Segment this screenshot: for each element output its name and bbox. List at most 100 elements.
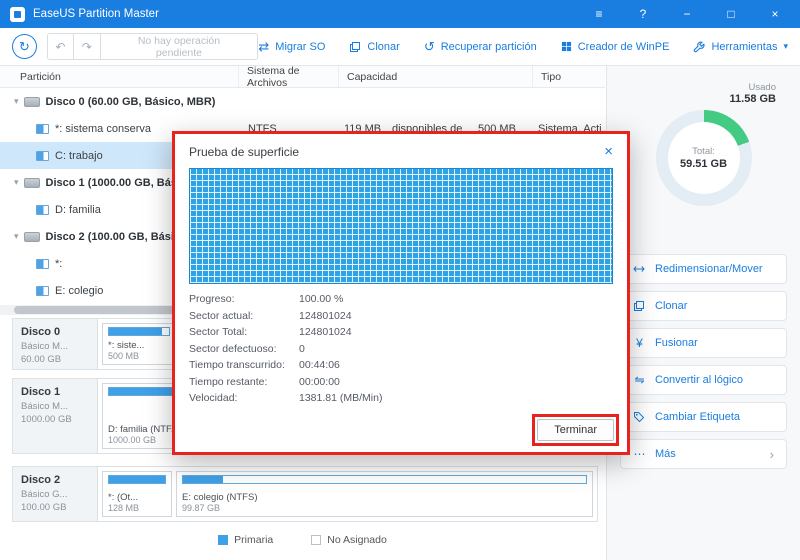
clone-icon: [633, 300, 646, 312]
partition-block[interactable]: *: siste... 500 MB: [102, 323, 176, 365]
disk-info[interactable]: Disco 1 Básico M... 1000.00 GB: [13, 379, 98, 453]
block-size: 128 MB: [108, 503, 140, 513]
migrate-os-icon: ⇄: [258, 39, 270, 54]
partition-label: *:: [55, 257, 63, 270]
disk-name: Disco 0: [21, 326, 61, 338]
dialog-title: Prueba de superficie: [189, 144, 300, 159]
usage-bar: [182, 475, 587, 484]
titlebar: EaseUS Partition Master ≡ ? − □ ×: [0, 0, 800, 28]
stat-label: Sector defectuoso:: [189, 342, 277, 355]
legend-unallocated: No Asignado: [311, 534, 387, 546]
stat-value: 00:00:00: [299, 375, 340, 388]
disk-icon: [23, 177, 40, 188]
toolbar: ↻ ↶ ↷ No hay operación pendiente ⇄ Migra…: [0, 28, 800, 66]
window-controls: ≡ ? − □ ×: [592, 7, 790, 21]
column-type[interactable]: Tipo: [532, 66, 605, 87]
winpe-creator-button[interactable]: Creador de WinPE: [561, 40, 670, 53]
partition-label: *: sistema conserva: [55, 122, 151, 135]
refresh-button[interactable]: ↻: [12, 34, 37, 59]
stat-value: 0: [299, 342, 305, 355]
maximize-icon[interactable]: □: [724, 7, 738, 21]
finish-button[interactable]: Terminar: [537, 419, 614, 441]
disk-size: 1000.00 GB: [21, 413, 72, 425]
disk-icon: [23, 96, 40, 107]
column-capacity[interactable]: Capacidad: [338, 66, 532, 87]
stat-value: 00:44:06: [299, 359, 340, 371]
donut-center: Total: 59.51 GB: [667, 122, 740, 194]
surface-test-dialog: Prueba de superficie × Progreso: 100.00 %…: [172, 131, 630, 455]
disk-info[interactable]: Disco 2 Básico G... 100.00 GB: [13, 467, 98, 521]
migrate-os-button[interactable]: ⇄ Migrar SO: [258, 40, 325, 53]
resize-move-button[interactable]: Redimensionar/Mover: [620, 254, 787, 284]
partition-block[interactable]: E: colegio (NTFS) 99.87 GB: [176, 471, 593, 517]
clone-label: Clonar: [367, 40, 400, 53]
partition-block[interactable]: *: (Ot... 128 MB: [102, 471, 172, 517]
pending-operations-button[interactable]: No hay operación pendiente: [100, 34, 258, 59]
convert-icon: ⇋: [634, 373, 645, 387]
legend-primary: Primaria: [218, 534, 273, 546]
clone-icon: [349, 41, 361, 53]
block-label: E: colegio (NTFS): [182, 492, 258, 503]
action-label: Cambiar Etiqueta: [655, 411, 740, 423]
column-partition[interactable]: Partición: [0, 66, 238, 87]
redo-button[interactable]: ↷: [74, 34, 101, 59]
surface-test-grid: [189, 168, 613, 284]
recover-partition-button[interactable]: ↺ Recuperar partición: [424, 40, 537, 53]
undo-button[interactable]: ↶: [47, 34, 75, 59]
tools-button[interactable]: Herramientas ▾: [693, 41, 788, 53]
more-button[interactable]: ⋯ Más ›: [620, 439, 787, 469]
disk-size: 60.00 GB: [21, 353, 62, 365]
legend-primary-label: Primaria: [234, 534, 274, 546]
tag-icon: [633, 411, 646, 423]
column-filesystem[interactable]: Sistema de Archivos: [238, 65, 338, 89]
operations-group: ↶ ↷ No hay operación pendiente: [46, 33, 259, 60]
clone-partition-button[interactable]: Clonar: [620, 291, 787, 321]
disk-size: 100.00 GB: [21, 501, 67, 513]
minimize-icon[interactable]: −: [680, 7, 694, 21]
action-label: Clonar: [655, 300, 688, 312]
winpe-icon: [561, 41, 572, 52]
partition-label: D: familia: [55, 203, 101, 216]
merge-icon: ¥: [636, 336, 643, 350]
action-label: Convertir al lógico: [655, 374, 744, 386]
disk-info[interactable]: Disco 0 Básico M... 60.00 GB: [13, 319, 98, 369]
wrench-icon: [693, 41, 705, 53]
sidebar-actions: Redimensionar/Mover Clonar ¥ Fusionar ⇋ …: [620, 254, 787, 469]
chevron-down-icon: ▾: [14, 231, 19, 241]
chevron-down-icon: ▾: [14, 177, 19, 187]
legend-unallocated-label: No Asignado: [327, 534, 387, 546]
recover-label: Recuperar partición: [440, 40, 537, 53]
app-title: EaseUS Partition Master: [33, 8, 159, 20]
partition-icon: [36, 123, 49, 134]
help-icon[interactable]: ?: [636, 7, 650, 21]
action-label: Redimensionar/Mover: [655, 263, 763, 275]
dialog-header: Prueba de superficie ×: [189, 144, 613, 159]
usage-bar: [108, 475, 166, 484]
stat-value: 1381.81 (MB/Min): [299, 392, 383, 404]
partition-icon: [36, 285, 49, 296]
unallocated-swatch-icon: [311, 535, 322, 545]
chevron-down-icon: ▾: [783, 41, 788, 51]
disk-name: Disco 2: [21, 474, 61, 486]
merge-button[interactable]: ¥ Fusionar: [620, 328, 787, 358]
menu-icon[interactable]: ≡: [592, 7, 606, 21]
close-icon[interactable]: ×: [768, 7, 782, 21]
disk-name: Disco 1: [21, 386, 61, 398]
disk-kind: Básico M...: [21, 340, 68, 352]
dialog-close-icon[interactable]: ×: [604, 144, 613, 159]
more-icon: ⋯: [633, 447, 646, 461]
block-label: *: siste...: [108, 340, 145, 351]
tree-row-disk0[interactable]: ▾ Disco 0 (60.00 GB, Básico, MBR): [0, 88, 605, 115]
right-sidebar: Usado 11.58 GB Total: 59.51 GB Redimensi…: [606, 66, 800, 560]
convert-logical-button[interactable]: ⇋ Convertir al lógico: [620, 365, 787, 395]
partition-icon: [36, 150, 49, 161]
action-label: Fusionar: [655, 337, 698, 349]
stat-label: Tiempo restante:: [189, 375, 268, 388]
change-label-button[interactable]: Cambiar Etiqueta: [620, 402, 787, 432]
winpe-label: Creador de WinPE: [577, 40, 670, 53]
partition-label: E: colegio: [55, 284, 104, 297]
clone-button[interactable]: Clonar: [349, 40, 400, 53]
stat-value: 100.00 %: [299, 293, 344, 305]
app-logo-icon: [10, 6, 25, 22]
chevron-right-icon: ›: [769, 446, 774, 462]
